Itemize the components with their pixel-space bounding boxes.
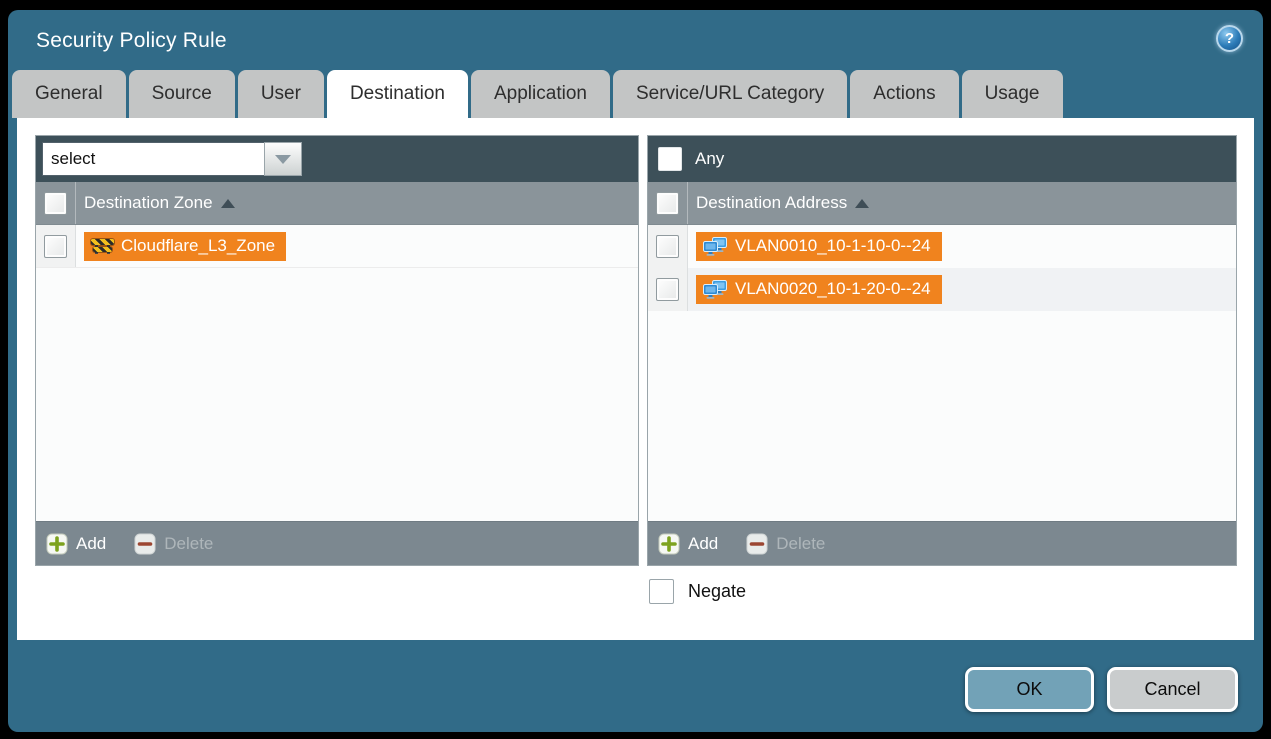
any-checkbox[interactable] <box>658 147 682 171</box>
address-icon <box>703 237 728 256</box>
ok-button[interactable]: OK <box>965 667 1094 712</box>
negate-checkbox[interactable] <box>649 579 674 604</box>
any-label: Any <box>695 149 724 169</box>
zone-select-all-checkbox[interactable] <box>44 192 67 215</box>
zone-column-header: Destination Zone <box>36 182 638 225</box>
address-icon <box>703 280 728 299</box>
add-icon <box>46 533 68 555</box>
address-row-checkbox[interactable] <box>656 235 679 258</box>
tab-destination[interactable]: Destination <box>327 70 468 118</box>
negate-option: Negate <box>649 579 1237 604</box>
zone-type-combo <box>42 142 302 176</box>
tab-source[interactable]: Source <box>129 70 235 118</box>
security-policy-rule-dialog: Security Policy Rule ? General Source Us… <box>8 10 1263 732</box>
dialog-footer: OK Cancel <box>8 640 1263 712</box>
delete-icon <box>746 533 768 555</box>
table-row: VLAN0010_10-1-10-0--24 <box>648 225 1236 268</box>
zone-type-dropdown-button[interactable] <box>264 142 302 176</box>
chevron-down-icon <box>275 155 291 164</box>
zone-icon <box>91 238 114 254</box>
address-entry[interactable]: VLAN0020_10-1-20-0--24 <box>696 275 942 304</box>
destination-zone-panel: Destination Zone <box>35 135 639 566</box>
tab-user[interactable]: User <box>238 70 324 118</box>
destination-address-panel: Any Destination Address <box>647 135 1237 566</box>
table-row: VLAN0020_10-1-20-0--24 <box>648 268 1236 311</box>
sort-ascending-icon[interactable] <box>855 199 869 208</box>
zone-entry-label: Cloudflare_L3_Zone <box>121 236 275 256</box>
tab-bar: General Source User Destination Applicat… <box>8 70 1263 118</box>
help-icon[interactable]: ? <box>1216 25 1243 52</box>
tab-usage[interactable]: Usage <box>962 70 1063 118</box>
zone-delete-button[interactable]: Delete <box>134 533 213 555</box>
zone-row-checkbox[interactable] <box>44 235 67 258</box>
dialog-title: Security Policy Rule <box>36 29 227 53</box>
table-row: Cloudflare_L3_Zone <box>36 225 638 268</box>
zone-panel-footer: Add Delete <box>36 521 638 565</box>
address-column-title: Destination Address <box>696 193 847 213</box>
address-entry-label: VLAN0020_10-1-20-0--24 <box>735 279 931 299</box>
address-panel-header: Any <box>648 136 1236 182</box>
cancel-button[interactable]: Cancel <box>1107 667 1238 712</box>
tab-application[interactable]: Application <box>471 70 610 118</box>
address-panel-footer: Add Delete <box>648 521 1236 565</box>
address-list: VLAN0010_10-1-10-0--24 <box>648 225 1236 521</box>
zone-list: Cloudflare_L3_Zone <box>36 225 638 521</box>
zone-panel-header <box>36 136 638 182</box>
negate-label: Negate <box>688 581 746 602</box>
dialog-titlebar: Security Policy Rule ? <box>8 10 1263 70</box>
tab-general[interactable]: General <box>12 70 126 118</box>
tab-service-url-category[interactable]: Service/URL Category <box>613 70 847 118</box>
address-row-checkbox[interactable] <box>656 278 679 301</box>
address-column-header: Destination Address <box>648 182 1236 225</box>
address-delete-button[interactable]: Delete <box>746 533 825 555</box>
destination-tab-content: Destination Zone <box>17 118 1254 640</box>
zone-column-title: Destination Zone <box>84 193 213 213</box>
sort-ascending-icon[interactable] <box>221 199 235 208</box>
delete-icon <box>134 533 156 555</box>
address-select-all-checkbox[interactable] <box>656 192 679 215</box>
add-icon <box>658 533 680 555</box>
address-add-button[interactable]: Add <box>658 533 718 555</box>
zone-type-input[interactable] <box>42 142 264 176</box>
zone-add-button[interactable]: Add <box>46 533 106 555</box>
address-entry-label: VLAN0010_10-1-10-0--24 <box>735 236 931 256</box>
address-entry[interactable]: VLAN0010_10-1-10-0--24 <box>696 232 942 261</box>
zone-entry[interactable]: Cloudflare_L3_Zone <box>84 232 286 261</box>
tab-actions[interactable]: Actions <box>850 70 958 118</box>
